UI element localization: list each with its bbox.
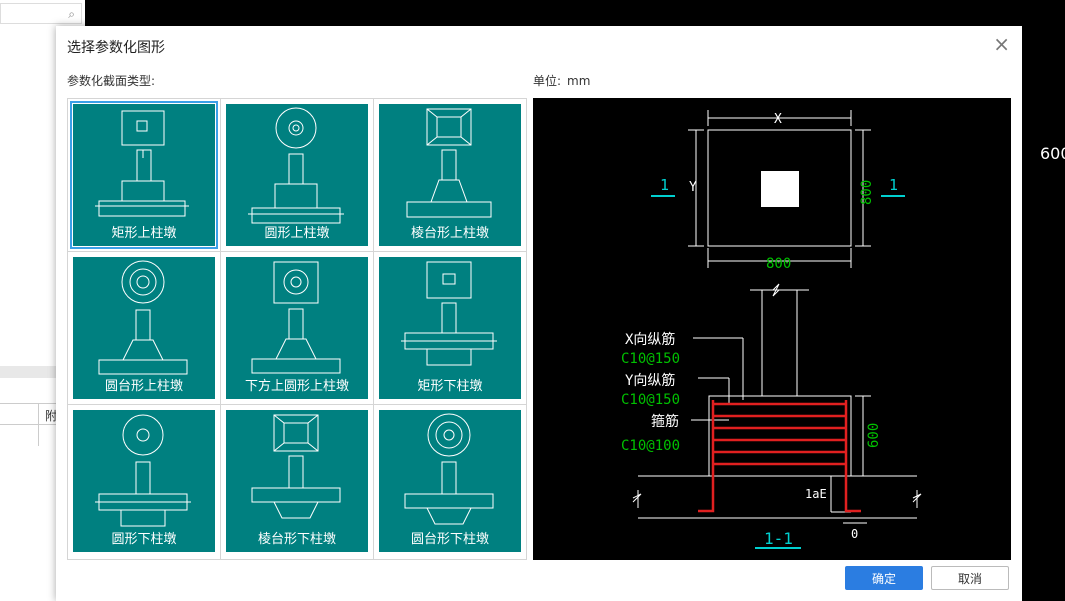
- background-grid: 附: [0, 403, 57, 446]
- shape-card: 圆形上柱墩: [226, 104, 368, 246]
- section-mark-right: 1: [889, 176, 898, 194]
- shape-card: 棱台形下柱墩: [226, 410, 368, 552]
- bottom-dim: 800: [766, 256, 791, 272]
- bottom-offset: 0: [851, 527, 858, 541]
- shape-label: 圆台形下柱墩: [410, 532, 489, 547]
- shape-option-conical-lower[interactable]: 圆台形下柱墩: [374, 405, 526, 557]
- shape-card: 圆形下柱墩: [73, 410, 215, 552]
- shape-label: 下方上圆形上柱墩: [244, 379, 349, 394]
- parametric-shape-dialog: 选择参数化图形 × 参数化截面类型: 单位: mm 矩形上柱墩 圆形上柱墩 棱台…: [56, 26, 1022, 601]
- shape-card: 下方上圆形上柱墩: [226, 257, 368, 399]
- dialog-title: 选择参数化图形: [67, 40, 165, 56]
- shape-card: 矩形上柱墩: [70, 101, 218, 249]
- shape-option-round-upper[interactable]: 圆形上柱墩: [221, 99, 373, 251]
- unit-value: mm: [567, 74, 591, 88]
- shape-label: 棱台形下柱墩: [257, 532, 336, 547]
- preview-drawing: X Y 800 800 1 1 X向纵筋 C10@150 Y向纵筋 C10@15…: [621, 110, 922, 549]
- rebar-cage: [698, 400, 861, 513]
- shape-option-rect-upper[interactable]: 矩形上柱墩: [68, 99, 220, 251]
- shape-card: 圆台形上柱墩: [73, 257, 215, 399]
- ok-button[interactable]: 确定: [845, 566, 923, 590]
- close-icon[interactable]: ×: [993, 34, 1010, 54]
- shape-label: 矩形上柱墩: [111, 226, 177, 241]
- cancel-button[interactable]: 取消: [931, 566, 1009, 590]
- y-dim-label: Y: [689, 180, 697, 195]
- background-value: 600: [1040, 144, 1065, 163]
- shape-card: 矩形下柱墩: [379, 257, 521, 399]
- y-rebar-spec: C10@150: [621, 392, 680, 408]
- background-search-box[interactable]: ⌕: [0, 3, 82, 24]
- section-mark-left: 1: [660, 176, 669, 194]
- shape-card: 棱台形上柱墩: [379, 104, 521, 246]
- shape-label: 圆形上柱墩: [264, 226, 330, 241]
- y-rebar-label: Y向纵筋: [625, 372, 675, 389]
- shape-card: 圆台形下柱墩: [379, 410, 521, 552]
- shape-label: 棱台形上柱墩: [410, 226, 489, 241]
- right-dim: 800: [859, 180, 875, 205]
- section-type-label: 参数化截面类型:: [67, 74, 156, 88]
- shape-option-square-round-upper[interactable]: 下方上圆形上柱墩: [221, 252, 373, 404]
- shape-option-round-lower[interactable]: 圆形下柱墩: [68, 405, 220, 557]
- background-divider: [0, 366, 56, 378]
- anchor-label: 1aE: [805, 487, 827, 501]
- shape-gallery: 矩形上柱墩 圆形上柱墩 棱台形上柱墩 圆台形上柱墩 下方上圆形上柱墩 矩形下柱墩…: [67, 98, 527, 560]
- shape-option-frustum-upper[interactable]: 棱台形上柱墩: [374, 99, 526, 251]
- x-rebar-spec: C10@150: [621, 351, 680, 367]
- shape-option-conical-upper[interactable]: 圆台形上柱墩: [68, 252, 220, 404]
- column-section: [761, 171, 799, 207]
- shape-option-rect-lower[interactable]: 矩形下柱墩: [374, 252, 526, 404]
- shape-label: 矩形下柱墩: [417, 379, 483, 394]
- stirrup-label: 箍筋: [651, 413, 679, 430]
- x-dim-label: X: [774, 112, 782, 127]
- shape-option-frustum-lower[interactable]: 棱台形下柱墩: [221, 405, 373, 557]
- shape-label: 圆台形上柱墩: [104, 379, 183, 394]
- section-title: 1-1: [764, 529, 793, 548]
- search-icon: ⌕: [68, 7, 75, 21]
- unit-caption: 单位:: [533, 74, 562, 88]
- shape-label: 圆形下柱墩: [111, 532, 177, 547]
- x-rebar-label: X向纵筋: [625, 331, 675, 348]
- unit-label: 单位: mm: [533, 72, 590, 89]
- shape-preview: X Y 800 800 1 1 X向纵筋 C10@150 Y向纵筋 C10@15…: [533, 98, 1011, 560]
- stirrup-spec: C10@100: [621, 438, 680, 454]
- height-dim: 600: [866, 423, 882, 448]
